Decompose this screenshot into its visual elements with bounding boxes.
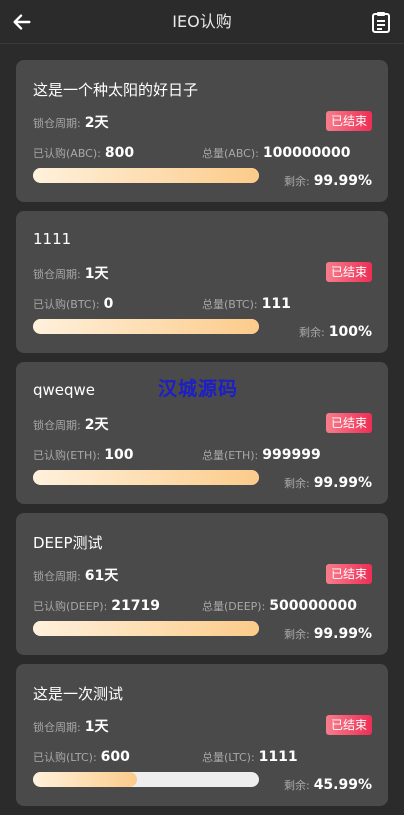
lock-period-row: 锁仓周期: 61天 (33, 565, 118, 585)
total-label: 总量(BTC): (202, 298, 258, 311)
total-row: 总量(LTC): 1111 (202, 746, 298, 765)
remaining-label: 剩余: (299, 326, 325, 339)
progress-fill (33, 772, 137, 787)
total-value: 111 (261, 296, 291, 312)
lock-period-row: 锁仓周期: 2天 (33, 414, 108, 434)
remaining-row: 剩余: 99.99% (284, 170, 372, 189)
remaining-row: 剩余: 100% (299, 321, 372, 340)
lock-period-value: 2天 (84, 417, 109, 433)
subscribed-value: 800 (104, 145, 135, 161)
remaining-row: 剩余: 45.99% (284, 774, 372, 793)
lock-period-value: 2天 (84, 115, 109, 131)
total-value: 100000000 (262, 145, 351, 161)
subscribed-value: 100 (104, 447, 134, 463)
status-badge: 已结束 (325, 564, 372, 584)
remaining-value: 99.99% (313, 475, 372, 491)
project-card[interactable]: 这是一个种太阳的好日子 锁仓周期: 2天 已结束 已认购(ABC): 800 总量(… (16, 60, 388, 202)
status-badge: 已结束 (325, 262, 372, 282)
total-label: 总量(DEEP): (202, 600, 266, 613)
subscribed-label: 已认购(ABC): (33, 147, 101, 160)
project-card[interactable]: 1111 锁仓周期: 1天 已结束 已认购(BTC): 0 总量(BTC): 111 … (16, 211, 388, 353)
status-badge: 已结束 (325, 715, 372, 735)
remaining-value: 99.99% (313, 626, 372, 642)
total-row: 总量(ETH): 999999 (202, 444, 321, 463)
total-row: 总量(DEEP): 500000000 (202, 595, 357, 614)
total-label: 总量(LTC): (202, 751, 255, 764)
project-card[interactable]: 这是一次测试 锁仓周期: 1天 已结束 已认购(LTC): 600 总量(LTC):… (16, 664, 388, 806)
remaining-value: 45.99% (313, 777, 372, 793)
lock-period-label: 锁仓周期: (33, 721, 81, 734)
lock-period-value: 1天 (84, 266, 109, 282)
project-name: 这是一次测试 (33, 685, 124, 703)
progress-fill (33, 319, 259, 334)
remaining-label: 剩余: (283, 779, 310, 792)
lock-period-label: 锁仓周期: (33, 570, 81, 583)
progress-bar (33, 319, 259, 334)
remaining-value: 100% (328, 324, 372, 340)
subscribed-value: 600 (100, 749, 130, 765)
progress-bar (33, 470, 259, 485)
status-badge: 已结束 (325, 111, 372, 131)
remaining-label: 剩余: (283, 477, 310, 490)
project-name: qweqwe (33, 381, 96, 399)
lock-period-row: 锁仓周期: 1天 (33, 716, 108, 736)
remaining-label: 剩余: (283, 175, 310, 188)
total-value: 1111 (258, 749, 298, 765)
subscribed-row: 已认购(BTC): 0 (33, 293, 113, 312)
lock-period-value: 61天 (84, 568, 119, 584)
total-value: 500000000 (269, 598, 357, 614)
subscribed-row: 已认购(ABC): 800 (33, 142, 134, 161)
subscribed-label: 已认购(BTC): (33, 298, 100, 311)
progress-fill (33, 470, 259, 485)
progress-fill (33, 621, 259, 636)
total-label: 总量(ABC): (202, 147, 259, 160)
clipboard-list-icon (372, 12, 390, 33)
lock-period-row: 锁仓周期: 2天 (33, 112, 108, 132)
ieo-project-list: 这是一个种太阳的好日子 锁仓周期: 2天 已结束 已认购(ABC): 800 总量(… (16, 60, 388, 815)
lock-period-row: 锁仓周期: 1天 (33, 263, 108, 283)
progress-bar (33, 168, 259, 183)
lock-period-label: 锁仓周期: (33, 268, 81, 281)
status-badge: 已结束 (325, 413, 372, 433)
lock-period-label: 锁仓周期: (33, 419, 81, 432)
total-label: 总量(ETH): (202, 449, 259, 462)
top-bar: IEO认购 (0, 0, 404, 44)
remaining-row: 剩余: 99.99% (284, 623, 372, 642)
project-card[interactable]: DEEP测试 锁仓周期: 61天 已结束 已认购(DEEP): 21719 总量(D… (16, 513, 388, 655)
progress-bar (33, 772, 259, 787)
total-value: 999999 (262, 447, 321, 463)
total-row: 总量(BTC): 111 (202, 293, 291, 312)
remaining-row: 剩余: 99.99% (284, 472, 372, 491)
subscribed-row: 已认购(DEEP): 21719 (33, 595, 160, 614)
progress-fill (33, 168, 259, 183)
subscribed-row: 已认购(ETH): 100 (33, 444, 133, 463)
watermark-text: 汉城源码 (158, 378, 239, 400)
progress-bar (33, 621, 259, 636)
project-name: 1111 (33, 230, 72, 248)
subscribed-value: 21719 (111, 598, 161, 614)
remaining-label: 剩余: (283, 628, 310, 641)
project-name: DEEP测试 (33, 534, 103, 552)
total-row: 总量(ABC): 100000000 (202, 142, 351, 161)
lock-period-value: 1天 (84, 719, 109, 735)
project-name: 这是一个种太阳的好日子 (33, 81, 199, 99)
subscribed-label: 已认购(LTC): (33, 751, 97, 764)
records-button[interactable] (370, 10, 392, 34)
subscribed-row: 已认购(LTC): 600 (33, 746, 130, 765)
page-title: IEO认购 (172, 12, 232, 31)
lock-period-label: 锁仓周期: (33, 117, 81, 130)
subscribed-label: 已认购(DEEP): (33, 600, 108, 613)
remaining-value: 99.99% (313, 173, 372, 189)
subscribed-label: 已认购(ETH): (33, 449, 101, 462)
subscribed-value: 0 (103, 296, 114, 312)
